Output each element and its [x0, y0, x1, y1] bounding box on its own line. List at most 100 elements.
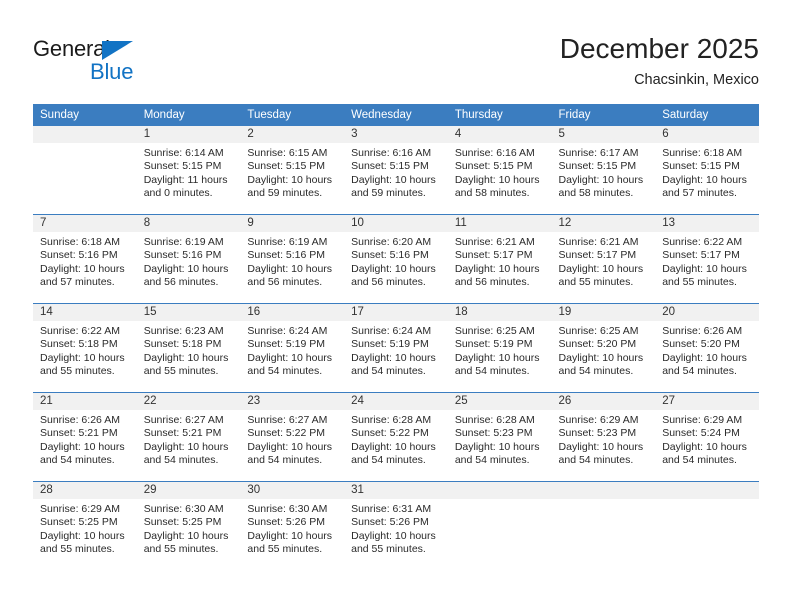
day-cell-details: Sunrise: 6:27 AM Sunset: 5:22 PM Daylight:…: [240, 410, 344, 468]
calendar-day-cell[interactable]: 26 Sunrise: 6:29 AM Sunset: 5:23 PM Dayligh…: [551, 392, 656, 482]
daylight-duration-line2: and 56 minutes.: [247, 276, 323, 289]
day-number: 4: [447, 126, 552, 143]
calendar-day-cell[interactable]: 8 Sunrise: 6:19 AM Sunset: 5:16 PM Daylight…: [136, 214, 241, 304]
daylight-duration-line2: and 55 minutes.: [143, 365, 219, 378]
calendar-day-cell[interactable]: 30 Sunrise: 6:30 AM Sunset: 5:26 PM Dayligh…: [240, 481, 345, 570]
daylight-duration-line2: and 56 minutes.: [351, 276, 426, 289]
calendar-head: Sunday Monday Tuesday Wednesday Thursday…: [33, 104, 759, 126]
page-header: General Blue December 2025 Chacsinkin, M…: [0, 0, 792, 100]
calendar-day-cell[interactable]: 15 Sunrise: 6:23 AM Sunset: 5:18 PM Dayligh…: [136, 303, 241, 393]
day-cell-inner: 10 Sunrise: 6:20 AM Sunset: 5:16 PM Dayligh…: [344, 215, 448, 303]
calendar-day-cell[interactable]: 24 Sunrise: 6:28 AM Sunset: 5:22 PM Dayligh…: [344, 392, 448, 482]
calendar-day-cell[interactable]: 11 Sunrise: 6:21 AM Sunset: 5:17 PM Dayligh…: [447, 214, 552, 304]
calendar-day-cell[interactable]: 14 Sunrise: 6:22 AM Sunset: 5:18 PM Dayligh…: [33, 303, 137, 393]
calendar-day-cell[interactable]: 23 Sunrise: 6:27 AM Sunset: 5:22 PM Dayligh…: [240, 392, 345, 482]
generalblue-logo[interactable]: General Blue: [33, 36, 163, 84]
sunset-time: Sunset: 5:20 PM: [558, 338, 637, 351]
daylight-duration-line2: and 55 minutes.: [558, 276, 634, 289]
daylight-duration-line2: and 55 minutes.: [247, 543, 323, 556]
calendar-day-cell[interactable]: 17 Sunrise: 6:24 AM Sunset: 5:19 PM Dayligh…: [344, 303, 448, 393]
daylight-duration-line2: and 55 minutes.: [40, 543, 115, 556]
day-number: 7: [33, 215, 137, 232]
day-cell-inner: 13 Sunrise: 6:22 AM Sunset: 5:17 PM Dayligh…: [655, 215, 759, 303]
calendar-day-cell[interactable]: 25 Sunrise: 6:28 AM Sunset: 5:23 PM Dayligh…: [447, 392, 552, 482]
sunset-time: Sunset: 5:16 PM: [247, 249, 326, 262]
calendar-day-cell[interactable]: 27 Sunrise: 6:29 AM Sunset: 5:24 PM Dayligh…: [655, 392, 759, 482]
calendar-day-cell[interactable]: 28 Sunrise: 6:29 AM Sunset: 5:25 PM Dayligh…: [33, 481, 137, 570]
sunrise-time: Sunrise: 6:28 AM: [454, 414, 535, 426]
day-cell-details: Sunrise: 6:25 AM Sunset: 5:20 PM Daylight:…: [552, 321, 656, 379]
calendar-day-cell[interactable]: 9 Sunrise: 6:19 AM Sunset: 5:16 PM Daylight…: [240, 214, 345, 304]
day-cell-details: Sunrise: 6:14 AM Sunset: 5:15 PM Daylight:…: [137, 143, 241, 201]
day-number: 24: [344, 393, 448, 410]
daylight-duration-line2: and 54 minutes.: [351, 365, 426, 378]
day-cell-inner: 26 Sunrise: 6:29 AM Sunset: 5:23 PM Dayligh…: [551, 393, 656, 481]
sunset-time: Sunset: 5:19 PM: [454, 338, 533, 351]
calendar-day-cell[interactable]: 2 Sunrise: 6:15 AM Sunset: 5:15 PM Daylight…: [240, 126, 345, 215]
daylight-duration-line2: and 54 minutes.: [558, 365, 634, 378]
calendar-day-cell[interactable]: 10 Sunrise: 6:20 AM Sunset: 5:16 PM Dayligh…: [344, 214, 448, 304]
sunrise-time: Sunrise: 6:26 AM: [662, 325, 743, 337]
day-cell-details: Sunrise: 6:16 AM Sunset: 5:15 PM Daylight:…: [344, 143, 448, 201]
sunset-time: Sunset: 5:15 PM: [247, 160, 326, 173]
calendar-day-cell[interactable]: 1 Sunrise: 6:14 AM Sunset: 5:15 PM Daylight…: [136, 126, 241, 215]
calendar-day-cell[interactable]: 18 Sunrise: 6:25 AM Sunset: 5:19 PM Dayligh…: [447, 303, 552, 393]
day-cell-inner: 22 Sunrise: 6:27 AM Sunset: 5:21 PM Dayligh…: [136, 393, 241, 481]
daylight-duration-line1: Daylight: 10 hours: [351, 173, 436, 186]
daylight-duration-line2: and 54 minutes.: [40, 454, 115, 467]
sunrise-time: Sunrise: 6:19 AM: [143, 236, 224, 248]
day-cell-details: Sunrise: 6:25 AM Sunset: 5:19 PM Daylight:…: [448, 321, 552, 379]
calendar-day-cell[interactable]: 12 Sunrise: 6:21 AM Sunset: 5:17 PM Dayligh…: [551, 214, 656, 304]
sunset-time: Sunset: 5:19 PM: [247, 338, 326, 351]
daylight-duration-line1: Daylight: 10 hours: [351, 529, 436, 542]
day-number: 13: [655, 215, 759, 232]
day-cell-inner: 7 Sunrise: 6:18 AM Sunset: 5:16 PM Daylight…: [33, 215, 137, 303]
calendar-day-cell[interactable]: 19 Sunrise: 6:25 AM Sunset: 5:20 PM Dayligh…: [551, 303, 656, 393]
day-cell-details: Sunrise: 6:23 AM Sunset: 5:18 PM Daylight:…: [137, 321, 241, 379]
calendar-day-cell[interactable]: 31 Sunrise: 6:31 AM Sunset: 5:26 PM Dayligh…: [344, 481, 448, 570]
sunrise-time: Sunrise: 6:22 AM: [40, 325, 120, 337]
day-cell-details: [552, 499, 656, 503]
sunrise-time: Sunrise: 6:21 AM: [454, 236, 535, 248]
sunrise-time: Sunrise: 6:30 AM: [143, 503, 224, 515]
logo-triangle-icon: [102, 41, 133, 60]
day-number: 11: [447, 215, 552, 232]
sunset-time: Sunset: 5:26 PM: [351, 516, 429, 529]
sunrise-time: Sunrise: 6:29 AM: [558, 414, 639, 426]
calendar-day-cell[interactable]: 16 Sunrise: 6:24 AM Sunset: 5:19 PM Dayligh…: [240, 303, 345, 393]
day-cell-details: Sunrise: 6:16 AM Sunset: 5:15 PM Daylight:…: [448, 143, 552, 201]
day-cell-inner: 9 Sunrise: 6:19 AM Sunset: 5:16 PM Daylight…: [240, 215, 345, 303]
day-cell-details: Sunrise: 6:31 AM Sunset: 5:26 PM Daylight:…: [344, 499, 448, 557]
calendar-day-cell[interactable]: 22 Sunrise: 6:27 AM Sunset: 5:21 PM Dayligh…: [136, 392, 241, 482]
weekday-header-row: Sunday Monday Tuesday Wednesday Thursday…: [33, 104, 759, 126]
calendar-day-cell[interactable]: 4 Sunrise: 6:16 AM Sunset: 5:15 PM Daylight…: [447, 126, 552, 215]
day-number: 3: [344, 126, 448, 143]
calendar-day-cell[interactable]: 20 Sunrise: 6:26 AM Sunset: 5:20 PM Dayligh…: [655, 303, 759, 393]
weekday-header-sunday: Sunday: [33, 104, 137, 126]
daylight-duration-line1: Daylight: 10 hours: [247, 351, 333, 364]
calendar-day-cell[interactable]: 21 Sunrise: 6:26 AM Sunset: 5:21 PM Dayligh…: [33, 392, 137, 482]
daylight-duration-line1: Daylight: 10 hours: [454, 173, 540, 186]
day-cell-details: Sunrise: 6:28 AM Sunset: 5:23 PM Daylight:…: [448, 410, 552, 468]
page-title: December 2025: [559, 33, 759, 64]
daylight-duration-line1: Daylight: 10 hours: [143, 440, 229, 453]
day-cell-inner: 15 Sunrise: 6:23 AM Sunset: 5:18 PM Dayligh…: [136, 304, 241, 392]
calendar-day-cell[interactable]: 29 Sunrise: 6:30 AM Sunset: 5:25 PM Dayligh…: [136, 481, 241, 570]
calendar-week-row: 21 Sunrise: 6:26 AM Sunset: 5:21 PM Dayligh…: [33, 392, 759, 482]
daylight-duration-line1: Daylight: 10 hours: [247, 440, 333, 453]
calendar-day-cell[interactable]: 13 Sunrise: 6:22 AM Sunset: 5:17 PM Dayligh…: [655, 214, 759, 304]
sunrise-time: Sunrise: 6:18 AM: [40, 236, 120, 248]
calendar-day-cell[interactable]: 7 Sunrise: 6:18 AM Sunset: 5:16 PM Daylight…: [33, 214, 137, 304]
calendar-day-cell[interactable]: 3 Sunrise: 6:16 AM Sunset: 5:15 PM Daylight…: [344, 126, 448, 215]
calendar-day-cell[interactable]: 5 Sunrise: 6:17 AM Sunset: 5:15 PM Daylight…: [551, 126, 656, 215]
daylight-duration-line1: Daylight: 10 hours: [558, 262, 644, 275]
calendar-day-cell[interactable]: 6 Sunrise: 6:18 AM Sunset: 5:15 PM Daylight…: [655, 126, 759, 215]
day-cell-inner: 14 Sunrise: 6:22 AM Sunset: 5:18 PM Dayligh…: [33, 304, 137, 392]
day-cell-details: Sunrise: 6:27 AM Sunset: 5:21 PM Daylight:…: [137, 410, 241, 468]
sunrise-time: Sunrise: 6:29 AM: [662, 414, 743, 426]
weekday-header-monday: Monday: [136, 104, 241, 126]
daylight-duration-line1: Daylight: 10 hours: [143, 351, 229, 364]
day-number: [655, 482, 759, 499]
day-cell-inner: [551, 482, 656, 570]
sunset-time: Sunset: 5:18 PM: [143, 338, 222, 351]
